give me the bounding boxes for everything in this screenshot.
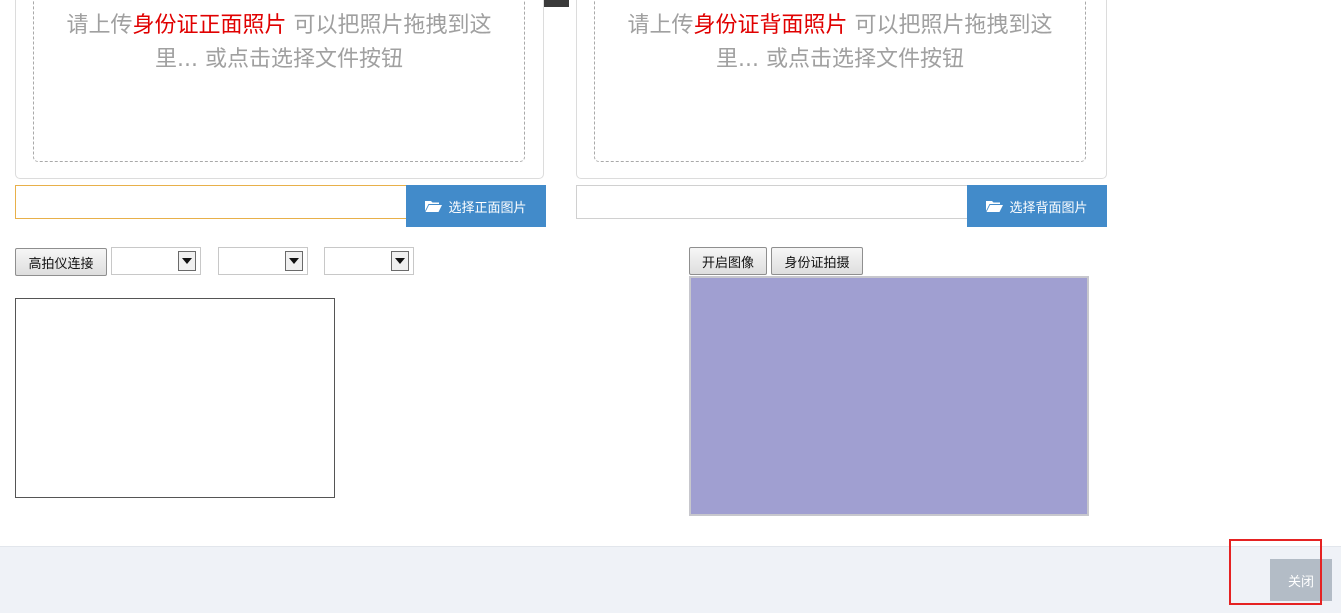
back-upload-panel: 请上传身份证背面照片 可以把照片拖拽到这里... 或点击选择文件按钮 xyxy=(576,0,1107,179)
modal-footer xyxy=(0,546,1341,613)
scanner-device-select[interactable] xyxy=(111,247,201,275)
camera-view xyxy=(689,276,1089,516)
front-drop-highlight: 身份证正面照片 xyxy=(132,13,287,38)
back-drop-highlight: 身份证背面照片 xyxy=(693,13,848,38)
choose-front-image-button[interactable]: 选择正面图片 xyxy=(406,185,546,227)
scanner-resolution-select[interactable] xyxy=(218,247,308,275)
front-path-input[interactable] xyxy=(15,185,407,219)
scanner-connect-button[interactable]: 高拍仪连接 xyxy=(15,248,107,276)
choose-back-image-label: 选择背面图片 xyxy=(1009,200,1088,216)
front-drop-zone[interactable]: 请上传身份证正面照片 可以把照片拖拽到这里... 或点击选择文件按钮 xyxy=(33,0,525,162)
back-drop-text: 请上传身份证背面照片 可以把照片拖拽到这里... 或点击选择文件按钮 xyxy=(627,13,1053,72)
choose-front-image-label: 选择正面图片 xyxy=(448,200,527,216)
front-drop-text: 请上传身份证正面照片 可以把照片拖拽到这里... 或点击选择文件按钮 xyxy=(66,13,492,72)
chevron-down-icon[interactable] xyxy=(391,251,409,271)
back-drop-zone[interactable]: 请上传身份证背面照片 可以把照片拖拽到这里... 或点击选择文件按钮 xyxy=(594,0,1086,162)
choose-back-image-button[interactable]: 选择背面图片 xyxy=(967,185,1107,227)
front-upload-panel: 请上传身份证正面照片 可以把照片拖拽到这里... 或点击选择文件按钮 xyxy=(15,0,544,179)
folder-open-icon xyxy=(425,201,443,212)
id-capture-button[interactable]: 身份证拍摄 xyxy=(771,247,863,275)
close-button[interactable]: 关闭 xyxy=(1270,559,1332,601)
chevron-down-icon[interactable] xyxy=(178,251,196,271)
back-path-input[interactable] xyxy=(576,185,968,219)
open-image-button[interactable]: 开启图像 xyxy=(689,247,767,275)
chevron-down-icon[interactable] xyxy=(285,251,303,271)
scanner-preview-box xyxy=(15,298,335,498)
scanner-mode-select[interactable] xyxy=(324,247,414,275)
folder-open-icon xyxy=(986,201,1004,212)
